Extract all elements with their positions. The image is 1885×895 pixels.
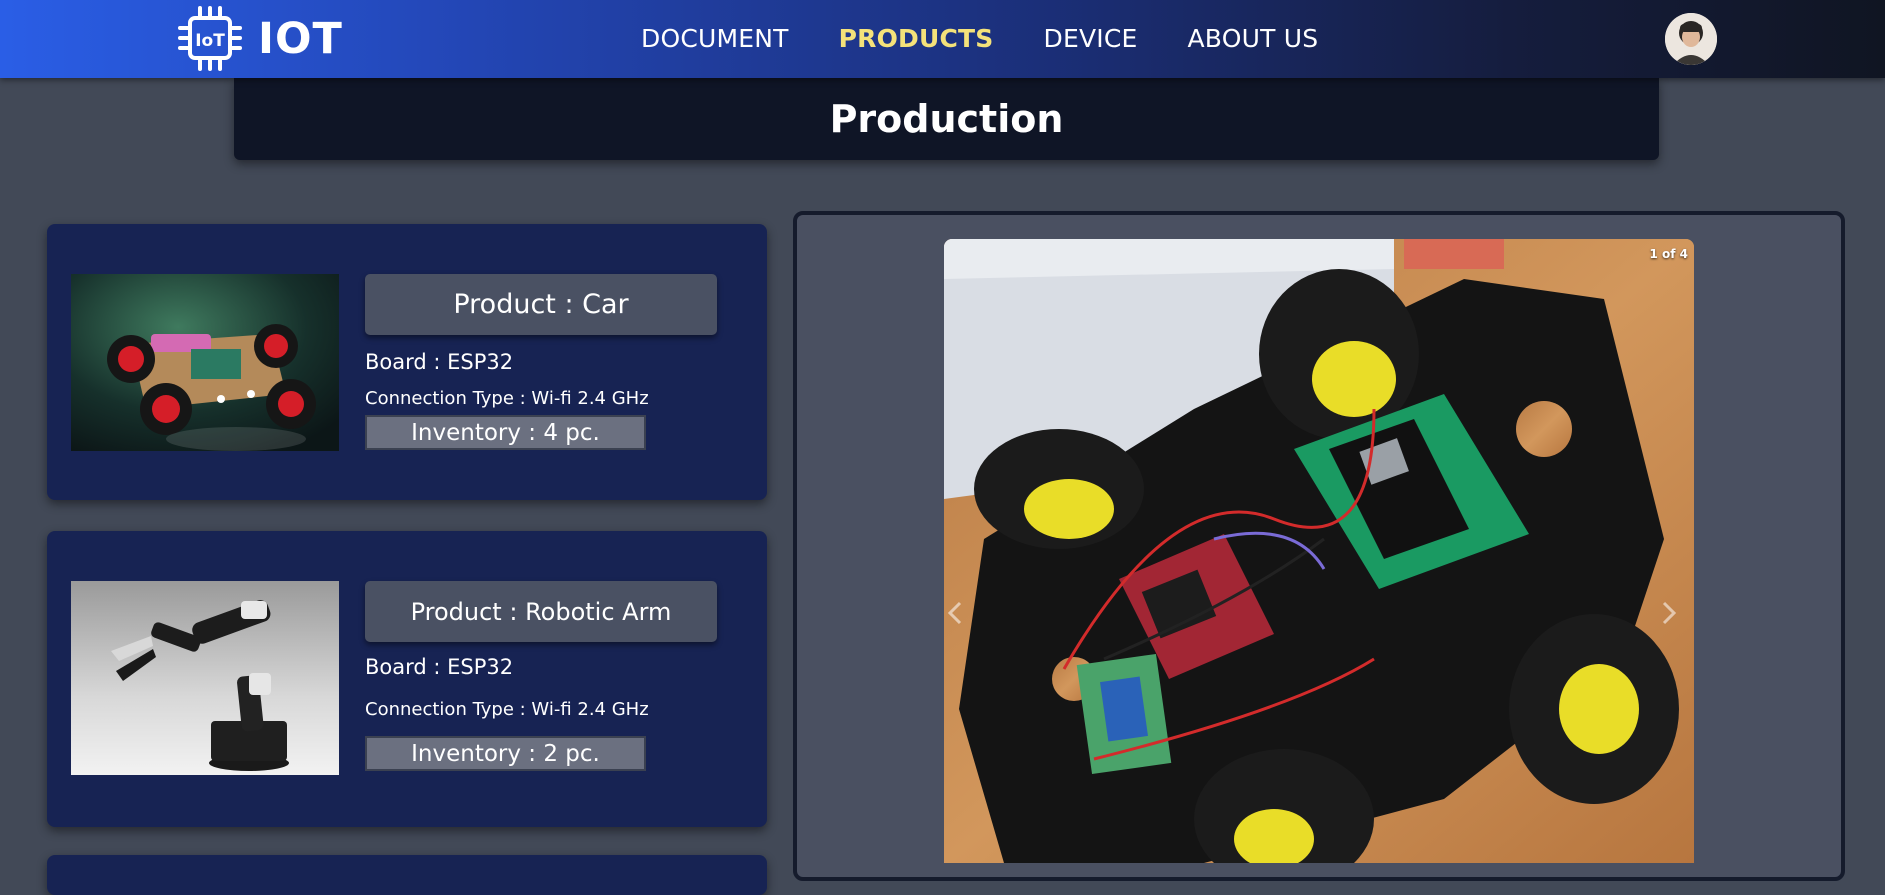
product-image-car [71, 274, 339, 451]
brand-logo[interactable]: IoT IOT [178, 6, 343, 72]
product-card-car: Product : Car Board : ESP32 Connection T… [47, 224, 767, 500]
top-navbar: IoT IOT DOCUMENT PRODUCTS DEVICE ABOUT U… [0, 0, 1885, 78]
nav-about-us[interactable]: ABOUT US [1188, 24, 1319, 53]
chevron-right-icon[interactable] [1658, 601, 1678, 625]
product-button-robotic-arm[interactable]: Product : Robotic Arm [365, 581, 717, 642]
chevron-left-icon[interactable] [946, 601, 966, 625]
product-card-robotic-arm: Product : Robotic Arm Board : ESP32 Conn… [47, 531, 767, 827]
product-board: Board : ESP32 [365, 655, 514, 679]
main-nav: DOCUMENT PRODUCTS DEVICE ABOUT US [641, 24, 1318, 53]
user-avatar[interactable] [1665, 13, 1717, 65]
user-photo-icon [1665, 13, 1717, 65]
brand-name: IOT [258, 14, 343, 64]
nav-device[interactable]: DEVICE [1044, 24, 1138, 53]
product-inventory: Inventory : 4 pc. [365, 415, 646, 450]
page-header-banner: Production [234, 78, 1659, 160]
page-title: Production [829, 97, 1064, 141]
product-card-partial [47, 855, 767, 895]
product-connection-type: Connection Type : Wi-fi 2.4 GHz [365, 388, 649, 409]
product-connection-type: Connection Type : Wi-fi 2.4 GHz [365, 699, 649, 720]
nav-document[interactable]: DOCUMENT [641, 24, 789, 53]
product-inventory: Inventory : 2 pc. [365, 736, 646, 771]
chip-icon: IoT [178, 6, 242, 71]
carousel-image [944, 239, 1694, 863]
svg-text:IoT: IoT [195, 31, 225, 51]
product-image-robotic-arm [71, 581, 339, 775]
product-board: Board : ESP32 [365, 350, 514, 374]
product-button-car[interactable]: Product : Car [365, 274, 717, 335]
nav-products[interactable]: PRODUCTS [839, 24, 994, 53]
image-carousel[interactable]: 1 of 4 [944, 239, 1694, 863]
slide-counter: 1 of 4 [1649, 247, 1688, 261]
